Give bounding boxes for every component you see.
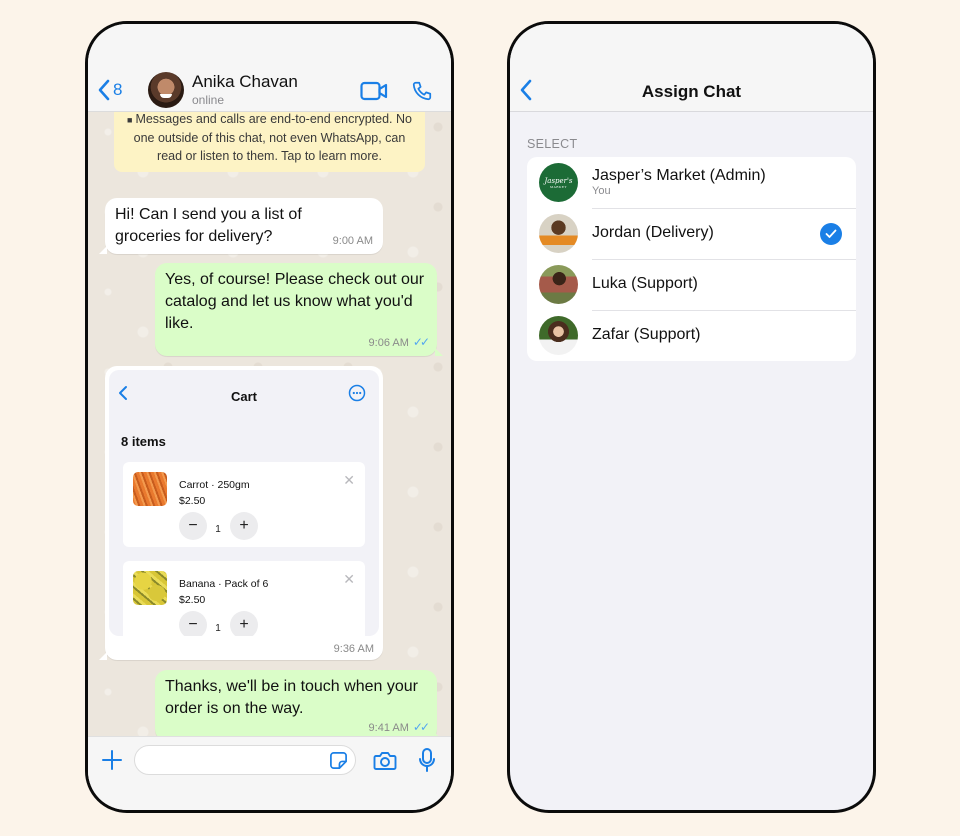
message-meta: 9:06 AM ✓✓: [165, 335, 430, 350]
agent-name: Jordan (Delivery): [592, 224, 714, 241]
message-outgoing[interactable]: Thanks, we'll be in touch when your orde…: [155, 670, 443, 736]
page-title: Assign Chat: [641, 82, 742, 101]
double-check-icon: ✓✓: [412, 720, 430, 734]
remove-item-button[interactable]: ✕: [343, 472, 355, 488]
cart-title: Cart: [230, 389, 257, 404]
message-outgoing[interactable]: Yes, of course! Please check out our cat…: [155, 263, 443, 356]
message-time: 9:41 AM: [368, 722, 409, 734]
avatar: [539, 316, 578, 355]
agent-row-jaspers-market[interactable]: Jasper's MARKET Jasper’s Market (Admin) …: [527, 157, 856, 208]
cart-item: Carrot · 250gm $2.50 ✕ − 1 +: [123, 462, 365, 547]
cart-message[interactable]: Cart 8 items Carrot · 250gm $2.50 ✕ − 1 …: [99, 366, 383, 660]
cart-item-count: 8 items: [121, 434, 166, 449]
contact-avatar[interactable]: [148, 72, 184, 108]
contact-status: online: [192, 93, 225, 107]
plus-icon: +: [239, 616, 249, 633]
contact-name[interactable]: Anika Chavan: [192, 72, 298, 92]
increase-quantity-button[interactable]: +: [230, 611, 258, 636]
assign-header: Assign Chat: [510, 24, 873, 112]
remove-item-button[interactable]: ✕: [343, 571, 355, 587]
assign-chat-phone-screen: Assign Chat SELECT Jasper's MARKET Jaspe…: [507, 21, 876, 813]
voice-message-button[interactable]: [418, 747, 436, 778]
encryption-notice-text: Messages and calls are end-to-end encryp…: [133, 112, 412, 163]
avatar: [539, 214, 578, 253]
agent-name: Jasper’s Market (Admin): [592, 167, 766, 184]
carrot-image: [133, 472, 167, 506]
sticker-icon: [330, 752, 347, 769]
sticker-button[interactable]: [329, 751, 348, 775]
voice-call-button[interactable]: [411, 80, 433, 107]
agent-row-zafar[interactable]: Zafar (Support): [527, 310, 856, 361]
message-incoming[interactable]: Hi! Can I send you a list of groceries f…: [99, 198, 383, 254]
plus-icon: +: [239, 517, 249, 534]
checkmark-circle-icon: [820, 223, 842, 245]
message-composer: [88, 736, 451, 810]
phone-icon: [412, 81, 432, 101]
cart-more-button[interactable]: [348, 384, 366, 409]
chat-messages[interactable]: ■ Messages and calls are end-to-end encry…: [88, 112, 451, 736]
message-text: Hi! Can I send you a list of groceries f…: [115, 206, 302, 245]
logo-subtext: MARKET: [550, 184, 567, 189]
camera-icon: [373, 752, 397, 770]
item-quantity: 1: [215, 623, 221, 634]
lock-icon: ■: [127, 115, 133, 125]
logo-text: Jasper's: [544, 176, 573, 185]
camera-button[interactable]: [373, 750, 397, 776]
message-meta: 9:41 AM ✓✓: [165, 720, 430, 735]
close-icon: ✕: [343, 472, 355, 488]
minus-icon: −: [188, 616, 198, 633]
encryption-notice[interactable]: ■ Messages and calls are end-to-end encry…: [114, 112, 425, 172]
video-camera-icon: [360, 81, 388, 101]
message-time: 9:06 AM: [368, 337, 409, 349]
ellipsis-circle-icon: [348, 384, 366, 402]
avatar: [539, 265, 578, 304]
message-text: Yes, of course! Please check out our cat…: [165, 271, 425, 332]
close-icon: ✕: [343, 571, 355, 587]
message-time: 9:00 AM: [332, 235, 373, 247]
plus-icon: [102, 750, 122, 770]
decrease-quantity-button[interactable]: −: [179, 611, 207, 636]
attach-button[interactable]: [100, 748, 124, 777]
message-input[interactable]: [134, 745, 356, 775]
agent-name: Zafar (Support): [592, 326, 701, 343]
chat-phone-screen: 8 Anika Chavan online ■ Messages and call…: [85, 21, 454, 813]
agent-name: Luka (Support): [592, 275, 698, 292]
banana-image: [133, 571, 167, 605]
jaspers-market-logo-avatar: Jasper's MARKET: [539, 163, 578, 202]
agent-subtitle: You: [592, 185, 611, 197]
double-check-icon: ✓✓: [412, 335, 430, 349]
item-price: $2.50: [179, 594, 206, 606]
increase-quantity-button[interactable]: +: [230, 512, 258, 540]
unread-count: 8: [113, 80, 123, 99]
cart-card[interactable]: Cart 8 items Carrot · 250gm $2.50 ✕ − 1 …: [109, 370, 379, 636]
agent-row-luka[interactable]: Luka (Support): [527, 259, 856, 310]
item-quantity: 1: [215, 524, 221, 535]
decrease-quantity-button[interactable]: −: [179, 512, 207, 540]
chat-header: 8 Anika Chavan online: [88, 24, 451, 112]
cart-item: Banana · Pack of 6 $2.50 ✕ − 1 +: [123, 561, 365, 636]
minus-icon: −: [188, 517, 198, 534]
back-button[interactable]: 8: [97, 79, 122, 101]
agent-list: Jasper's MARKET Jasper’s Market (Admin) …: [527, 157, 856, 361]
message-time: 9:36 AM: [333, 643, 374, 655]
section-label: SELECT: [527, 137, 578, 151]
agent-row-jordan[interactable]: Jordan (Delivery): [527, 208, 856, 259]
video-call-button[interactable]: [360, 81, 388, 106]
message-text: Thanks, we'll be in touch when your orde…: [165, 678, 418, 717]
microphone-icon: [419, 748, 435, 772]
chevron-left-icon: [98, 79, 110, 101]
item-price: $2.50: [179, 495, 206, 507]
